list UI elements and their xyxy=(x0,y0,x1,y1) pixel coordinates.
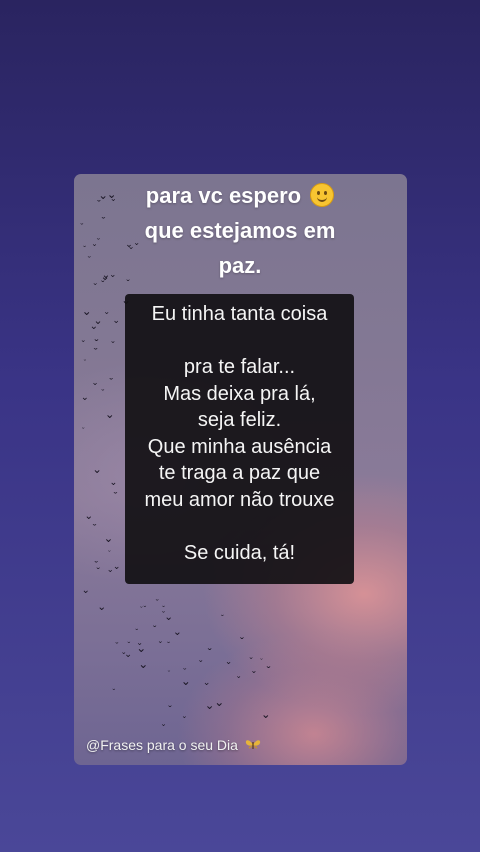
quote-line: meu amor não trouxe xyxy=(144,488,335,511)
smiling-face-emoji-icon xyxy=(310,183,335,207)
quote-box: Eu tinha tanta coisa pra te falar... Mas… xyxy=(125,294,354,584)
quote-line xyxy=(125,513,354,540)
caption-line-1: para vc espero xyxy=(0,178,480,213)
watermark-text: @Frases para o seu Dia xyxy=(86,737,238,753)
caption-line-2: que estejamos em xyxy=(144,218,336,243)
quote-line: Se cuida, tá! xyxy=(183,541,296,564)
quote-line: Que minha ausência xyxy=(147,435,332,458)
quote-line: pra te falar... xyxy=(183,356,296,378)
quote-line: Eu tinha tanta coisa xyxy=(151,303,328,325)
caption-line-3: paz. xyxy=(218,253,262,278)
caption-text-1: para vc espero xyxy=(145,183,302,208)
quote-line: te traga a paz que xyxy=(158,462,321,484)
quote-line: seja feliz. xyxy=(197,409,282,431)
quote-line: Mas deixa pra lá, xyxy=(163,382,316,405)
watermark: @Frases para o seu Dia xyxy=(86,737,261,753)
story-caption: para vc espero que estejamos em paz. xyxy=(0,178,480,283)
quote-line xyxy=(125,328,354,355)
butterfly-icon xyxy=(245,740,260,749)
